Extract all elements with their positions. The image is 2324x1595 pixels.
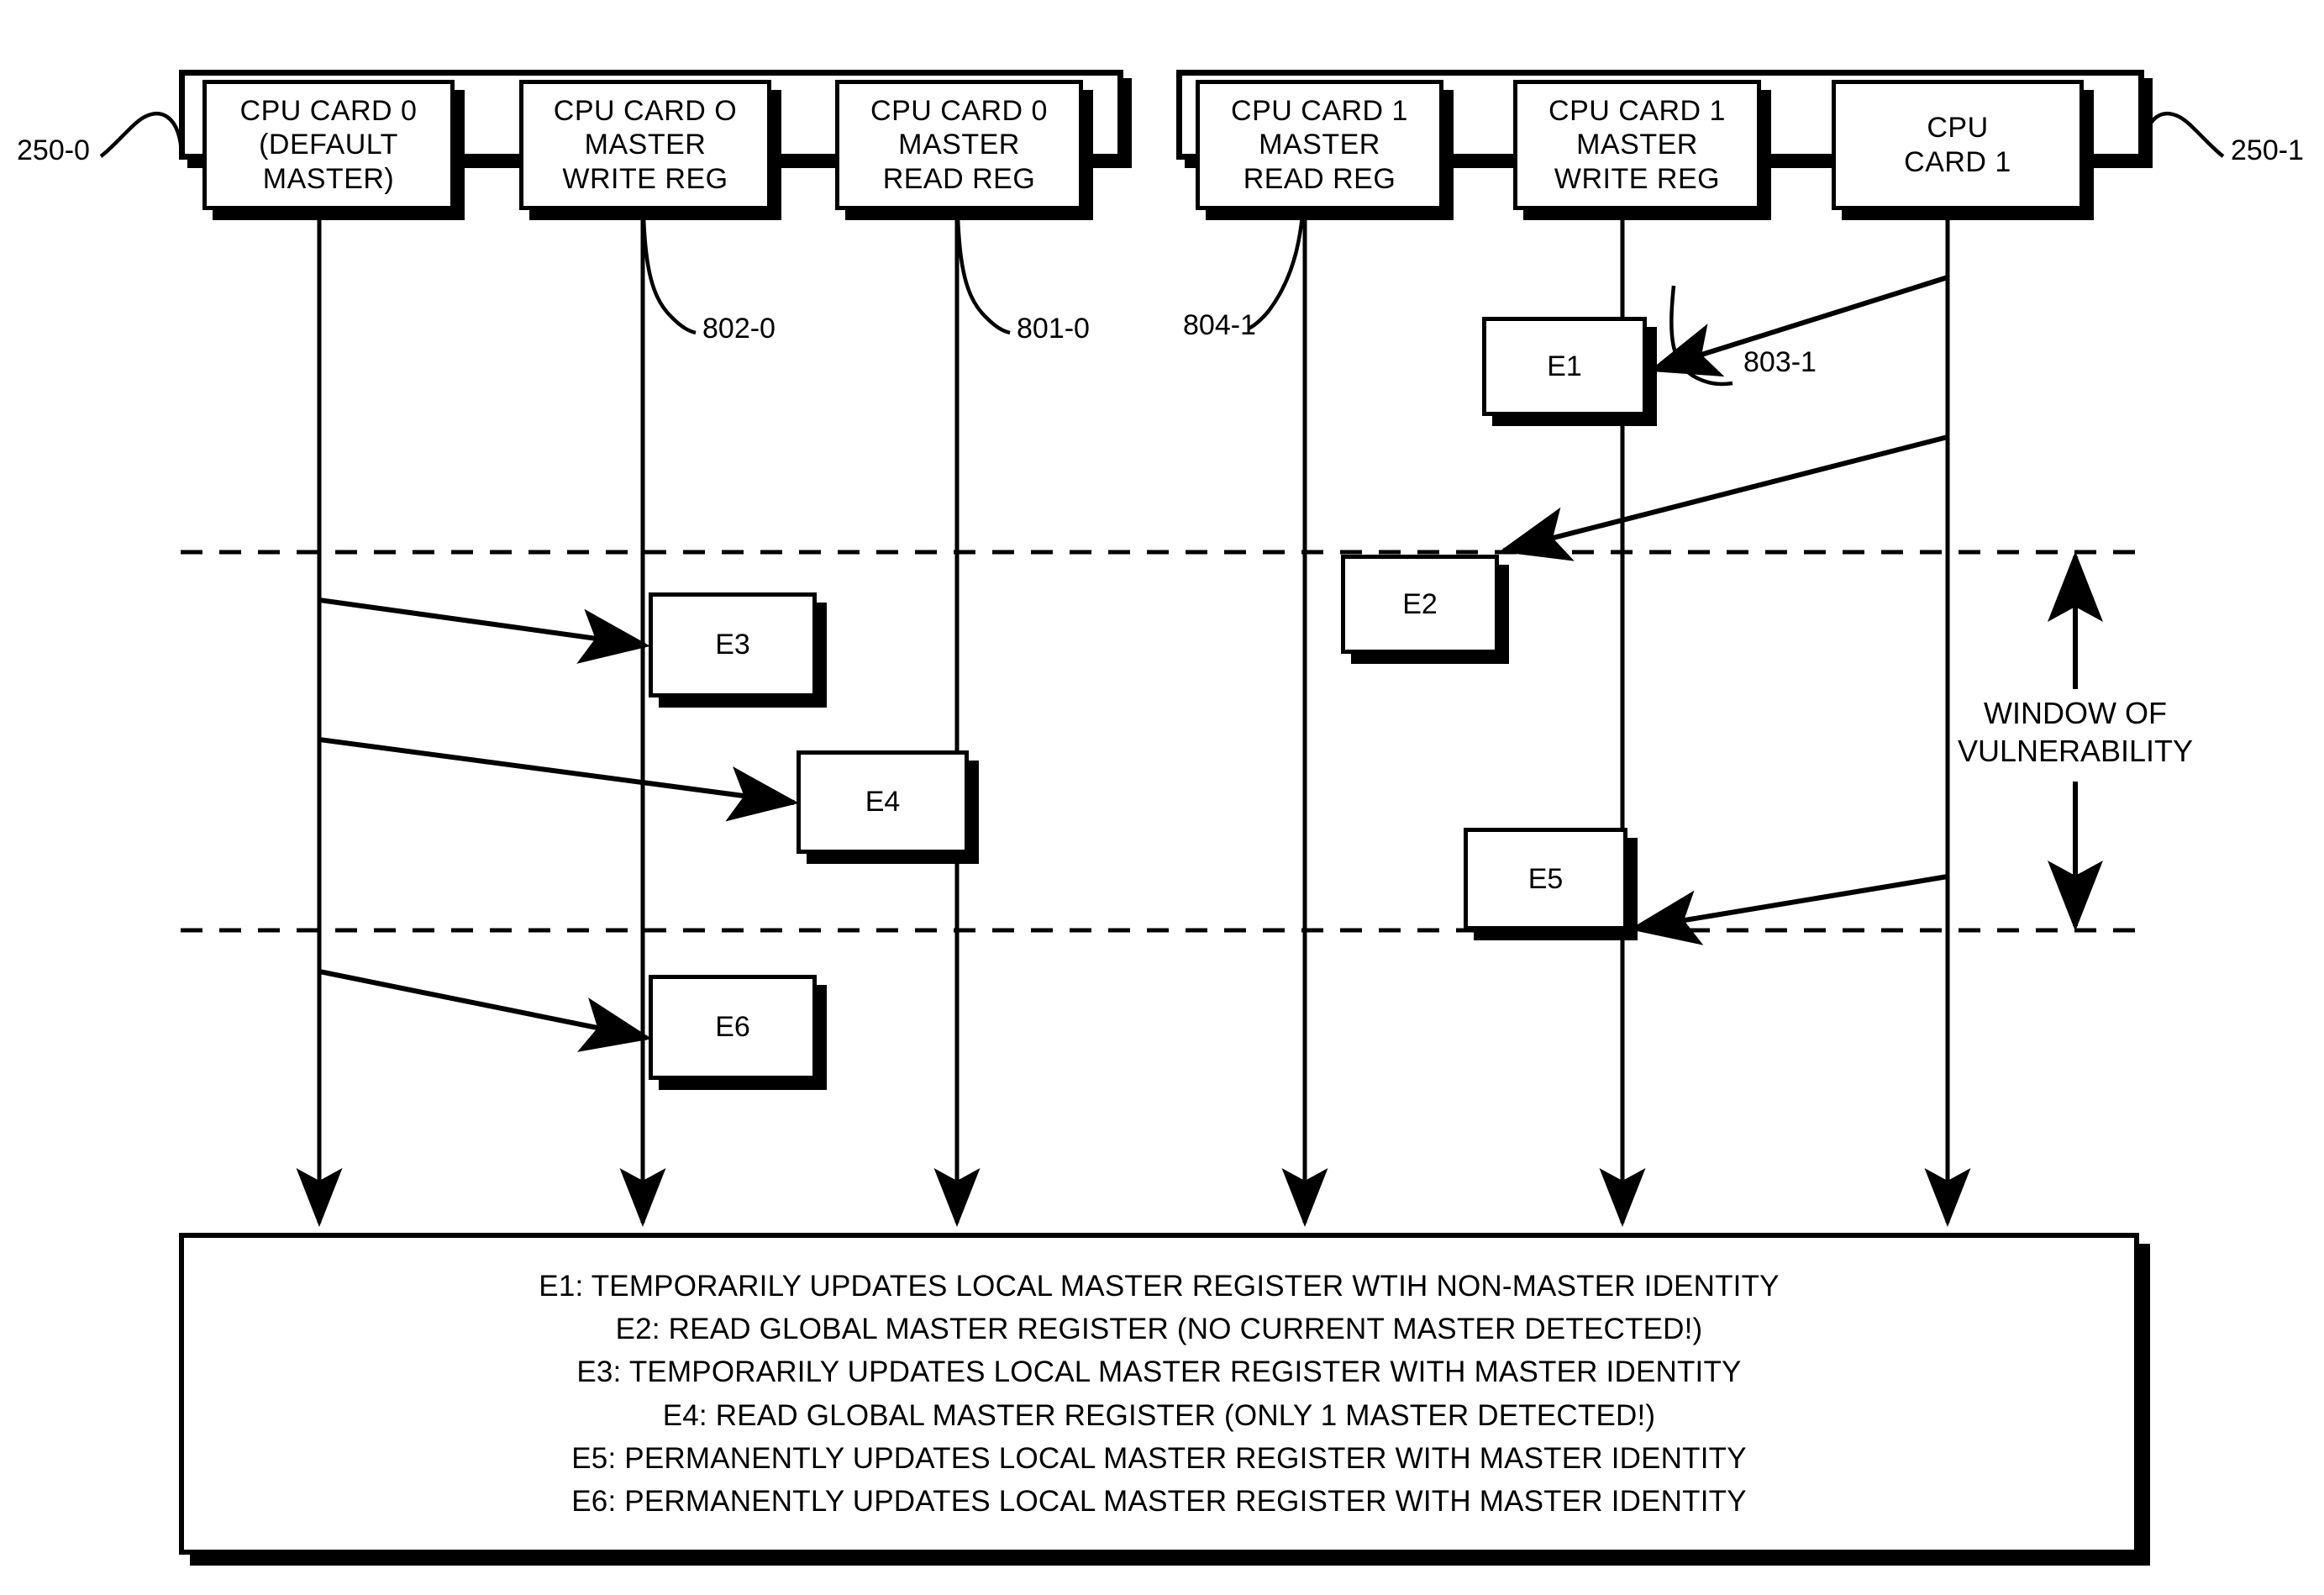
ref-803-1: 803-1: [1743, 346, 1817, 378]
event-arrows: [318, 275, 1948, 1052]
window-of-vulnerability-label: WINDOW OF VULNERABILITY: [1949, 694, 2201, 770]
arrow-to-e3: [318, 597, 650, 664]
legend-line-e1: E1: TEMPORARILY UPDATES LOCAL MASTER REG…: [539, 1270, 1780, 1303]
legend-box: E1: TEMPORARILY UPDATES LOCAL MASTER REG…: [179, 1233, 2139, 1555]
ref-804-1: 804-1: [1183, 309, 1256, 341]
card-cpu1-master-write-reg-line-3: WRITE REG: [1554, 162, 1721, 195]
card-cpu0-master-read-reg[interactable]: CPU CARD 0 MASTER READ REG: [835, 80, 1083, 210]
ref-250-0: 250-0: [17, 134, 90, 166]
card-cpu1-master-write-reg-line-2: MASTER: [1576, 129, 1698, 161]
card-cpu1[interactable]: CPU CARD 1: [1832, 80, 2084, 210]
event-e2[interactable]: E2: [1341, 555, 1499, 654]
event-e5-label: E5: [1527, 862, 1564, 895]
diagram-canvas: CPU CARD 0 (DEFAULT MASTER) CPU CARD O M…: [0, 0, 2324, 1595]
card-cpu0-master-write-reg-line-2: MASTER: [584, 129, 707, 161]
vulnerability-boundaries: [181, 550, 2139, 933]
window-of-vulnerability-line-1: WINDOW OF: [1984, 696, 2167, 730]
event-e4[interactable]: E4: [797, 750, 969, 854]
card-cpu1-line-2: CARD 1: [1904, 145, 2011, 178]
event-e3[interactable]: E3: [649, 592, 817, 697]
event-e6[interactable]: E6: [649, 975, 817, 1080]
leader-250-1: [2140, 112, 2225, 158]
card-cpu1-master-write-reg-line-1: CPU CARD 1: [1548, 95, 1726, 128]
arrow-to-e5: [1629, 874, 1948, 945]
ref-802-0: 802-0: [702, 313, 776, 345]
card-cpu1-master-read-reg-line-1: CPU CARD 1: [1231, 95, 1408, 128]
card-cpu1-line-1: CPU: [1927, 112, 1989, 145]
card-cpu1-master-read-reg-line-2: MASTER: [1259, 129, 1380, 161]
card-cpu0-master-read-reg-line-2: MASTER: [898, 129, 1020, 161]
ref-801-0: 801-0: [1017, 313, 1090, 345]
card-cpu0-master-write-reg[interactable]: CPU CARD O MASTER WRITE REG: [519, 80, 771, 210]
ref-250-1: 250-1: [2231, 134, 2304, 166]
legend-line-e5: E5: PERMANENTLY UPDATES LOCAL MASTER REG…: [571, 1441, 1747, 1475]
card-cpu0-default-master-line-3: MASTER): [262, 162, 395, 195]
window-of-vulnerability-line-2: VULNERABILITY: [1957, 734, 2194, 768]
event-e5[interactable]: E5: [1464, 828, 1627, 930]
card-cpu0-master-read-reg-line-3: READ REG: [882, 162, 1036, 195]
arrow-to-e4: [318, 737, 799, 822]
lifelines: [296, 161, 1971, 1227]
event-e3-label: E3: [715, 629, 750, 661]
card-cpu0-master-write-reg-line-3: WRITE REG: [562, 162, 728, 195]
legend-line-e6: E6: PERMANENTLY UPDATES LOCAL MASTER REG…: [571, 1484, 1747, 1518]
arrow-to-e6: [318, 969, 652, 1052]
legend-line-e2: E2: READ GLOBAL MASTER REGISTER (NO CURR…: [615, 1313, 1703, 1346]
leader-250-0: [99, 112, 184, 158]
event-e1-label: E1: [1547, 350, 1582, 382]
card-cpu0-master-write-reg-line-1: CPU CARD O: [553, 95, 738, 128]
event-e4-label: E4: [865, 786, 901, 818]
event-e6-label: E6: [715, 1011, 750, 1043]
legend-line-e3: E3: TEMPORARILY UPDATES LOCAL MASTER REG…: [576, 1355, 1742, 1389]
event-e1[interactable]: E1: [1482, 317, 1647, 416]
legend-line-e4: E4: READ GLOBAL MASTER REGISTER (ONLY 1 …: [662, 1398, 1656, 1432]
card-cpu0-default-master[interactable]: CPU CARD 0 (DEFAULT MASTER): [202, 80, 455, 210]
card-cpu0-default-master-line-2: (DEFAULT: [259, 129, 398, 161]
card-cpu0-default-master-line-1: CPU CARD 0: [239, 95, 418, 128]
leader-803-1: [1669, 285, 1733, 387]
arrow-to-e2: [1499, 434, 1948, 561]
card-cpu1-master-read-reg-line-3: READ REG: [1243, 162, 1396, 195]
card-cpu0-master-read-reg-line-1: CPU CARD 0: [870, 95, 1048, 128]
event-e2-label: E2: [1402, 587, 1438, 620]
card-cpu1-master-write-reg[interactable]: CPU CARD 1 MASTER WRITE REG: [1513, 80, 1761, 210]
card-cpu1-master-read-reg[interactable]: CPU CARD 1 MASTER READ REG: [1196, 80, 1443, 210]
